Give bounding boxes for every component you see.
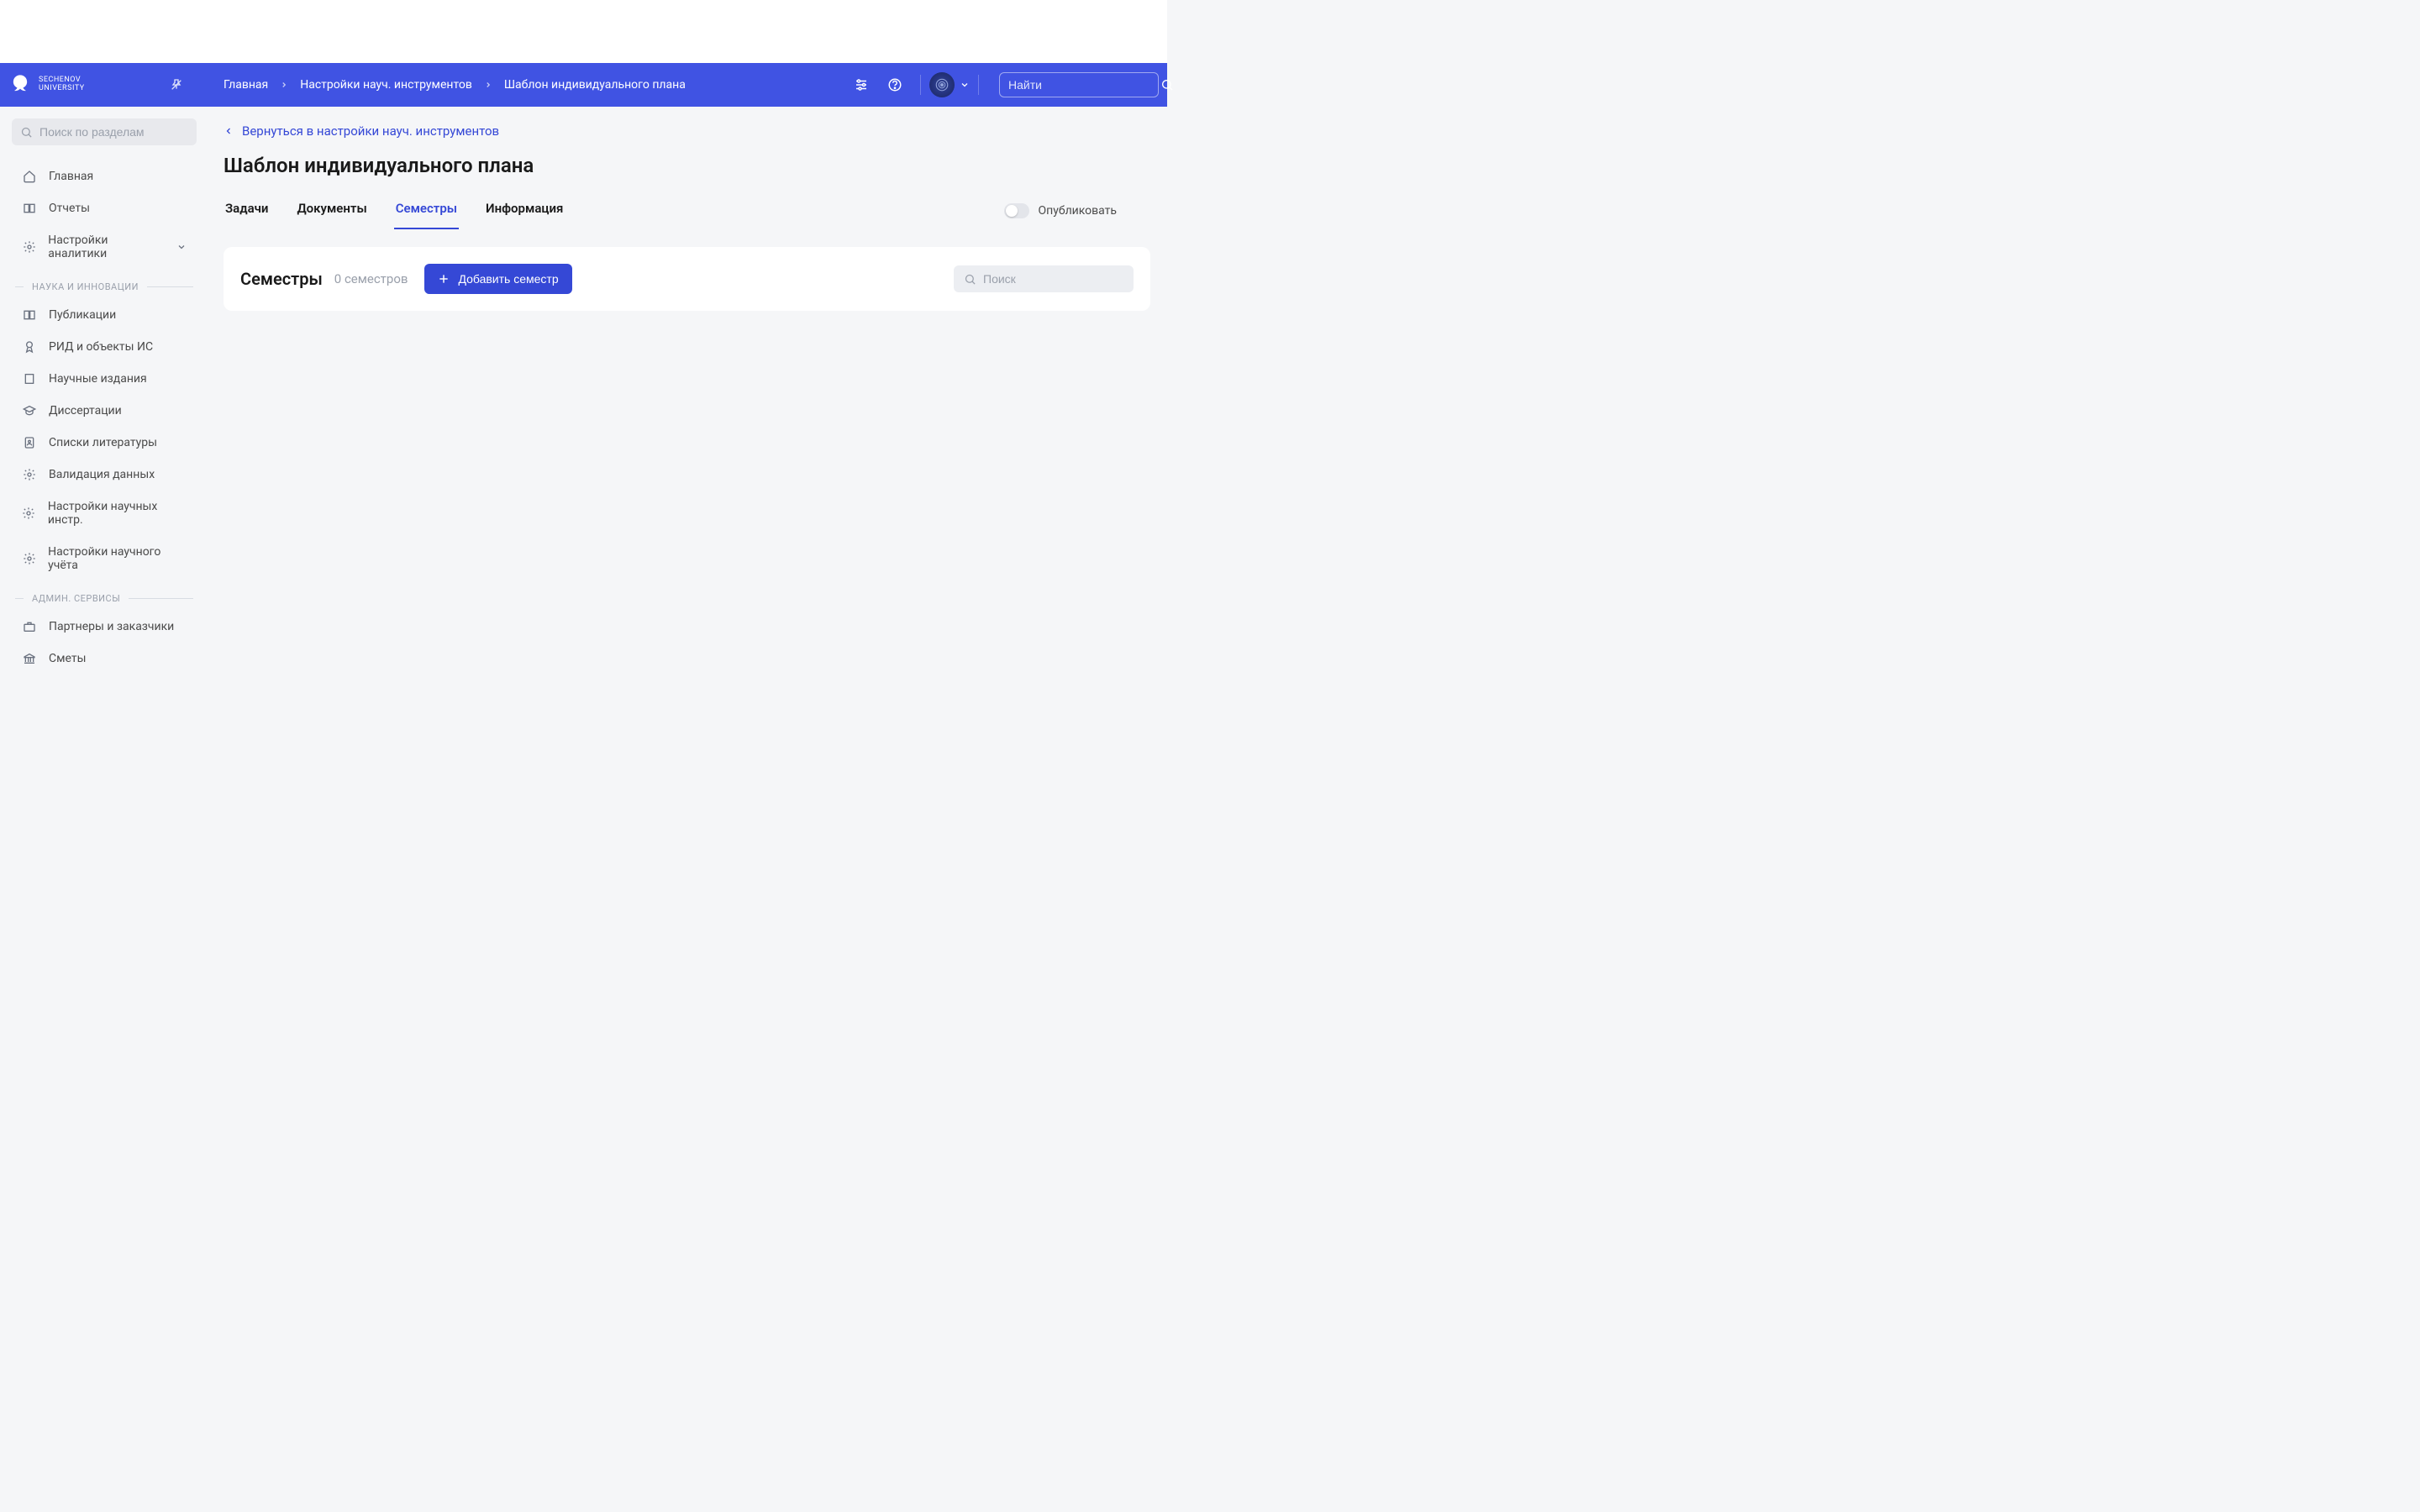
home-icon	[22, 170, 37, 183]
logo-icon	[8, 73, 32, 97]
card-count: 0 семестров	[334, 271, 408, 286]
tab-tasks[interactable]: Задачи	[224, 192, 270, 229]
sidebar-item-literature[interactable]: Списки литературы	[12, 427, 197, 459]
building-icon	[22, 372, 37, 386]
tab-semesters[interactable]: Семестры	[394, 192, 459, 229]
user-menu[interactable]	[929, 72, 970, 97]
top-blank-area	[0, 0, 1167, 63]
sidebar-item-label: Настройки научных инстр.	[48, 500, 187, 527]
pin-icon[interactable]	[170, 78, 183, 92]
section-title: НАУКА И ИННОВАЦИИ	[32, 281, 139, 292]
sidebar-item-label: Публикации	[49, 308, 116, 322]
breadcrumb-item-template[interactable]: Шаблон индивидуального плана	[504, 78, 686, 92]
sidebar-item-label: Отчеты	[49, 202, 90, 215]
add-button-label: Добавить семестр	[458, 272, 558, 286]
sidebar-item-analytics-settings[interactable]: Настройки аналитики	[12, 224, 197, 270]
sidebar-item-validation[interactable]: Валидация данных	[12, 459, 197, 491]
publish-label: Опубликовать	[1038, 204, 1117, 218]
tab-information[interactable]: Информация	[484, 192, 565, 229]
plus-icon	[438, 273, 450, 285]
graduation-icon	[22, 404, 37, 417]
card-search-input[interactable]	[983, 272, 1135, 286]
sidebar-item-label: РИД и объекты ИС	[49, 340, 153, 354]
sidebar-item-label: Научные издания	[49, 372, 147, 386]
sidebar-item-label: Валидация данных	[49, 468, 155, 481]
add-semester-button[interactable]: Добавить семестр	[424, 264, 571, 294]
help-icon[interactable]	[878, 68, 912, 102]
section-title: АДМИН. СЕРВИСЫ	[32, 593, 120, 604]
tabs: Задачи Документы Семестры Информация	[224, 192, 565, 229]
breadcrumb: Главная Настройки науч. инструментов Шаб…	[193, 78, 686, 92]
card-search[interactable]	[954, 265, 1134, 292]
sidebar-search-input[interactable]	[39, 125, 192, 139]
sidebar-item-label: Диссертации	[49, 404, 122, 417]
gear-icon	[22, 507, 36, 520]
award-icon	[22, 340, 37, 354]
header-divider	[920, 75, 921, 95]
sidebar-item-label: Настройки аналитики	[48, 234, 165, 260]
global-search-input[interactable]	[1008, 78, 1160, 92]
main-layout: Главная Отчеты Настройки аналитики НАУКА…	[0, 107, 1167, 729]
sidebar-search[interactable]	[12, 118, 197, 145]
chevron-right-icon	[280, 81, 288, 89]
gear-icon	[22, 552, 36, 565]
publish-toggle[interactable]	[1004, 203, 1029, 218]
sidebar-item-ip[interactable]: РИД и объекты ИС	[12, 331, 197, 363]
sidebar-item-publications[interactable]: Публикации	[12, 299, 197, 331]
logo-text: SECHENOV UNIVERSITY	[39, 76, 85, 93]
sidebar-item-partners[interactable]: Партнеры и заказчики	[12, 611, 197, 643]
search-icon	[964, 273, 976, 286]
tab-documents[interactable]: Документы	[295, 192, 368, 229]
search-icon	[1160, 78, 1174, 92]
main-content: Вернуться в настройки науч. инструментов…	[205, 107, 1167, 729]
breadcrumb-item-home[interactable]: Главная	[224, 78, 268, 92]
global-search[interactable]	[999, 72, 1159, 97]
semesters-card: Семестры 0 семестров Добавить семестр	[224, 247, 1150, 311]
avatar	[929, 72, 955, 97]
publish-control: Опубликовать	[1004, 203, 1117, 218]
contact-icon	[22, 436, 37, 449]
sidebar-item-dissertations[interactable]: Диссертации	[12, 395, 197, 427]
sidebar-item-home[interactable]: Главная	[12, 160, 197, 192]
back-link-label: Вернуться в настройки науч. инструментов	[242, 123, 499, 139]
sidebar-item-label: Списки литературы	[49, 436, 157, 449]
logo-line2: UNIVERSITY	[39, 85, 85, 93]
sidebar-item-label: Настройки научного учёта	[48, 545, 187, 572]
chevron-right-icon	[484, 81, 492, 89]
sidebar-item-sci-accounting[interactable]: Настройки научного учёта	[12, 536, 197, 581]
chevron-left-icon	[224, 126, 234, 136]
search-icon	[20, 126, 33, 139]
chevron-down-icon	[176, 242, 187, 252]
header-right	[844, 68, 1159, 102]
sidebar: Главная Отчеты Настройки аналитики НАУКА…	[0, 107, 205, 729]
sidebar-item-label: Партнеры и заказчики	[49, 620, 174, 633]
sidebar-item-reports[interactable]: Отчеты	[12, 192, 197, 224]
chevron-down-icon	[960, 80, 970, 90]
section-header-science: НАУКА И ИННОВАЦИИ	[12, 270, 197, 299]
book-icon	[22, 202, 37, 215]
gear-icon	[22, 468, 37, 481]
card-title: Семестры	[240, 269, 323, 289]
tabs-row: Задачи Документы Семестры Информация Опу…	[224, 192, 1150, 230]
breadcrumb-item-settings[interactable]: Настройки науч. инструментов	[300, 78, 472, 92]
sidebar-item-estimates[interactable]: Сметы	[12, 643, 197, 675]
sidebar-item-label: Главная	[49, 170, 93, 183]
header-divider	[978, 75, 979, 95]
book-icon	[22, 308, 37, 322]
section-header-admin: АДМИН. СЕРВИСЫ	[12, 581, 197, 611]
back-link[interactable]: Вернуться в настройки науч. инструментов	[224, 123, 499, 139]
page-title: Шаблон индивидуального плана	[224, 154, 1150, 177]
briefcase-icon	[22, 620, 37, 633]
bank-icon	[22, 652, 37, 665]
app-header: SECHENOV UNIVERSITY Главная Настройки на…	[0, 63, 1167, 107]
sidebar-item-journals[interactable]: Научные издания	[12, 363, 197, 395]
sidebar-item-sci-tools[interactable]: Настройки научных инстр.	[12, 491, 197, 536]
gear-icon	[22, 240, 36, 254]
sidebar-item-label: Сметы	[49, 652, 86, 665]
settings-icon[interactable]	[844, 68, 878, 102]
logo-area: SECHENOV UNIVERSITY	[8, 73, 193, 97]
